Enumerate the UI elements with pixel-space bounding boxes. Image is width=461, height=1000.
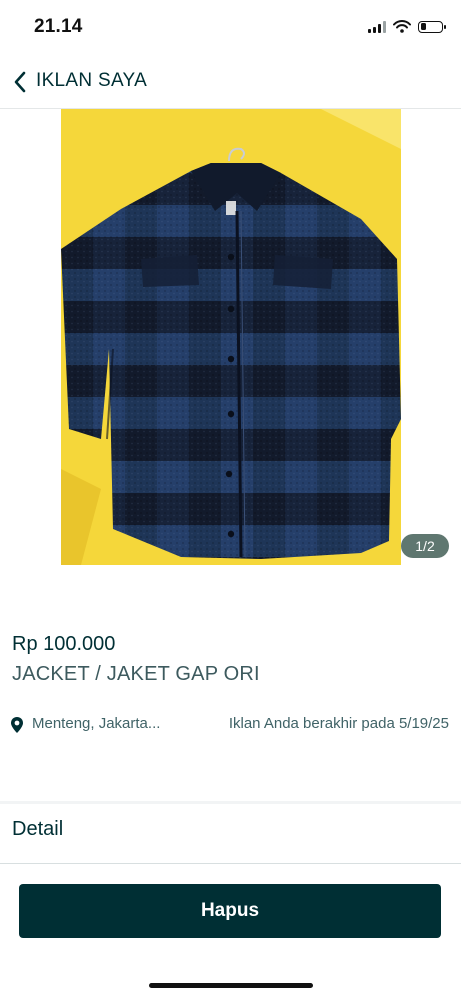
footer-divider <box>0 863 461 864</box>
listing-photo[interactable] <box>61 109 401 565</box>
signal-icon <box>368 20 386 33</box>
home-indicator <box>149 983 313 988</box>
chevron-left-icon <box>14 71 26 93</box>
listing-meta: Menteng, Jakarta... Iklan Anda berakhir … <box>10 714 451 736</box>
back-button[interactable] <box>8 68 32 96</box>
delete-button[interactable]: Hapus <box>19 884 441 938</box>
listing-expiry: Iklan Anda berakhir pada 5/19/25 <box>228 715 449 732</box>
status-icons <box>368 20 446 33</box>
image-gallery[interactable]: 1/2 <box>0 109 461 565</box>
map-pin-icon <box>11 717 23 733</box>
status-time: 21.14 <box>34 16 83 37</box>
listing-location: Menteng, Jakarta... <box>32 715 161 732</box>
listing-title: JACKET / JAKET GAP ORI <box>12 663 260 685</box>
status-bar: 21.14 <box>0 0 461 58</box>
page-title: IKLAN SAYA <box>36 70 148 91</box>
detail-heading: Detail <box>12 818 64 840</box>
battery-icon <box>418 20 446 33</box>
detail-section[interactable]: Detail <box>0 804 461 862</box>
wifi-icon <box>393 20 411 33</box>
header: IKLAN SAYA <box>0 58 461 109</box>
image-counter: 1/2 <box>401 534 449 558</box>
listing-price: Rp 100.000 <box>12 633 116 655</box>
